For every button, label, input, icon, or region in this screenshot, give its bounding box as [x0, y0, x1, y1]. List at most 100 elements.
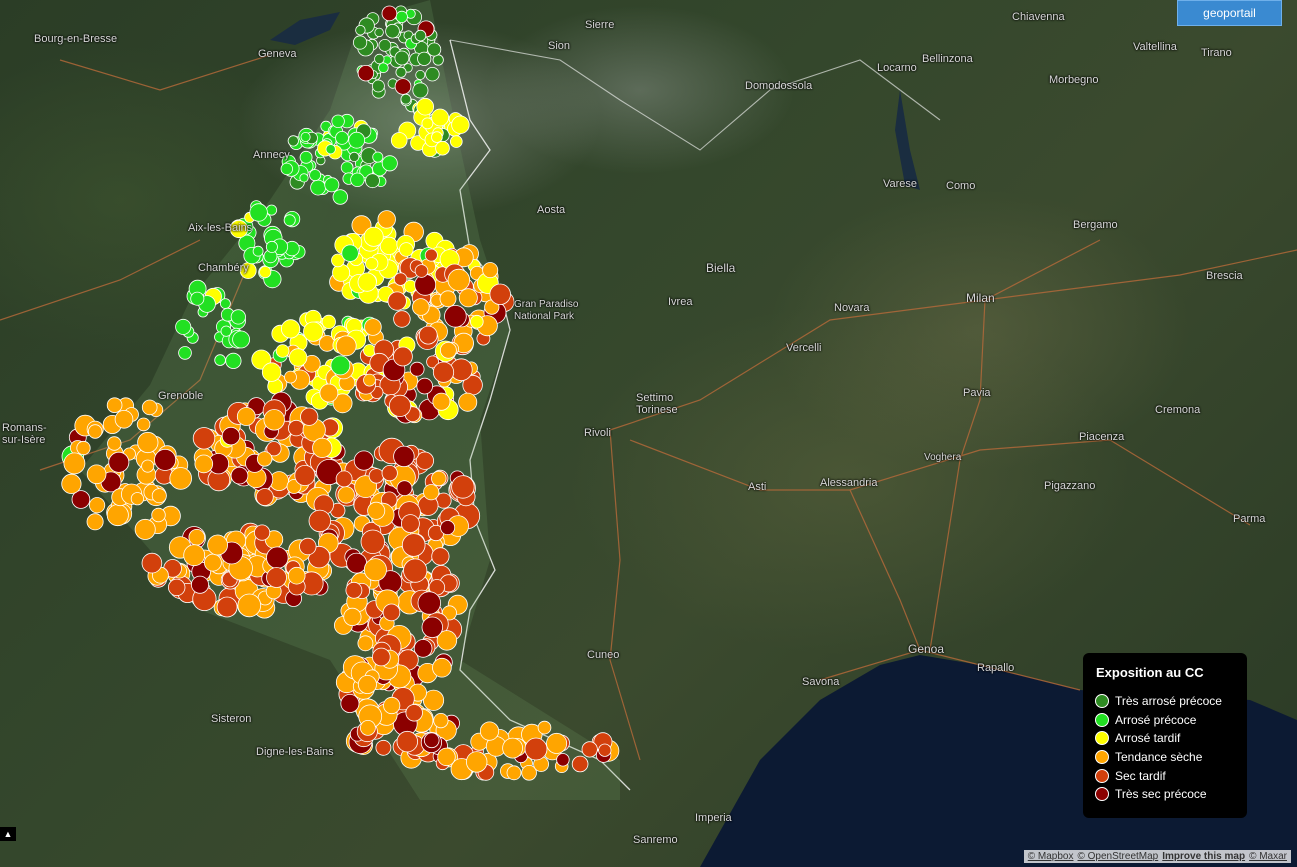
station-marker[interactable] [432, 361, 455, 383]
station-marker[interactable] [375, 739, 392, 756]
station-marker[interactable] [437, 747, 456, 767]
station-marker[interactable] [114, 409, 134, 429]
station-marker[interactable] [294, 464, 316, 486]
station-marker[interactable] [387, 291, 407, 311]
station-marker[interactable] [203, 553, 222, 572]
station-marker[interactable] [190, 575, 209, 594]
station-marker[interactable] [427, 42, 442, 57]
station-marker[interactable] [349, 151, 360, 162]
mapbox-link[interactable]: © Mapbox [1028, 851, 1074, 862]
station-marker[interactable] [458, 392, 478, 412]
station-marker[interactable] [440, 520, 456, 536]
station-marker[interactable] [365, 257, 379, 271]
improve-map-link[interactable]: Improve this map [1162, 851, 1245, 862]
station-marker[interactable] [374, 53, 385, 65]
station-marker[interactable] [425, 66, 440, 82]
station-marker[interactable] [61, 473, 82, 494]
station-marker[interactable] [169, 467, 193, 490]
station-marker[interactable] [363, 373, 376, 387]
station-marker[interactable] [423, 484, 440, 501]
station-marker[interactable] [378, 62, 389, 74]
station-marker[interactable] [400, 93, 412, 105]
station-marker[interactable] [381, 464, 398, 482]
station-marker[interactable] [167, 578, 186, 597]
station-marker[interactable] [377, 210, 396, 229]
station-marker[interactable] [130, 492, 144, 506]
station-marker[interactable] [219, 298, 231, 310]
station-marker[interactable] [299, 173, 309, 183]
station-marker[interactable] [151, 488, 167, 504]
station-marker[interactable] [371, 79, 385, 93]
station-marker[interactable] [581, 741, 598, 758]
station-marker[interactable] [390, 132, 408, 149]
station-marker[interactable] [265, 240, 278, 253]
station-marker[interactable] [310, 179, 327, 196]
station-marker[interactable] [284, 370, 297, 384]
station-marker[interactable] [259, 265, 272, 279]
collapse-toggle-icon[interactable]: ▲ [0, 827, 16, 841]
station-marker[interactable] [134, 518, 156, 540]
station-marker[interactable] [417, 51, 432, 66]
station-marker[interactable] [405, 704, 423, 722]
station-marker[interactable] [216, 596, 238, 618]
station-marker[interactable] [324, 177, 340, 193]
station-marker[interactable] [345, 581, 363, 599]
station-marker[interactable] [598, 743, 612, 757]
station-marker[interactable] [89, 497, 106, 514]
station-marker[interactable] [190, 291, 205, 306]
station-marker[interactable] [439, 290, 457, 308]
station-marker[interactable] [353, 450, 374, 471]
station-marker[interactable] [479, 721, 500, 741]
station-marker[interactable] [335, 335, 357, 357]
station-marker[interactable] [451, 115, 470, 135]
station-marker[interactable] [287, 566, 306, 585]
station-marker[interactable] [283, 214, 296, 227]
station-marker[interactable] [151, 507, 166, 523]
station-marker[interactable] [230, 309, 246, 325]
station-marker[interactable] [299, 150, 313, 164]
station-marker[interactable] [502, 737, 523, 759]
station-marker[interactable] [432, 657, 452, 678]
station-marker[interactable] [357, 635, 374, 652]
station-marker[interactable] [141, 399, 158, 416]
station-marker[interactable] [220, 325, 232, 337]
station-marker[interactable] [489, 283, 511, 306]
station-marker[interactable] [232, 330, 251, 349]
geoportail-button[interactable]: geoportail [1177, 0, 1282, 26]
station-marker[interactable] [385, 23, 400, 39]
station-marker[interactable] [106, 397, 123, 414]
station-marker[interactable] [401, 533, 426, 557]
station-marker[interactable] [431, 547, 450, 566]
station-marker[interactable] [137, 431, 159, 454]
station-marker[interactable] [571, 755, 589, 773]
station-marker[interactable] [414, 29, 427, 42]
maxar-link[interactable]: © Maxar [1249, 851, 1287, 862]
station-marker[interactable] [395, 66, 407, 78]
station-marker[interactable] [403, 558, 428, 583]
station-marker[interactable] [331, 114, 345, 129]
station-marker[interactable] [382, 603, 401, 622]
station-marker[interactable] [261, 362, 282, 382]
station-marker[interactable] [367, 501, 386, 520]
station-marker[interactable] [447, 268, 471, 292]
station-marker[interactable] [395, 10, 408, 23]
station-marker[interactable] [335, 470, 353, 488]
station-marker[interactable] [537, 720, 552, 735]
station-marker[interactable] [192, 427, 216, 450]
station-marker[interactable] [458, 288, 478, 308]
station-marker[interactable] [368, 468, 385, 484]
station-marker[interactable] [372, 151, 384, 163]
station-marker[interactable] [178, 346, 192, 360]
station-marker[interactable] [414, 264, 429, 278]
station-marker[interactable] [319, 383, 339, 403]
station-marker[interactable] [141, 459, 155, 473]
station-marker[interactable] [263, 409, 285, 431]
station-marker[interactable] [418, 325, 438, 345]
station-marker[interactable] [348, 131, 366, 149]
station-marker[interactable] [136, 417, 151, 432]
station-marker[interactable] [221, 426, 241, 446]
station-marker[interactable] [275, 344, 290, 358]
station-marker[interactable] [107, 436, 122, 451]
station-marker[interactable] [76, 440, 91, 456]
station-marker[interactable] [374, 27, 384, 38]
